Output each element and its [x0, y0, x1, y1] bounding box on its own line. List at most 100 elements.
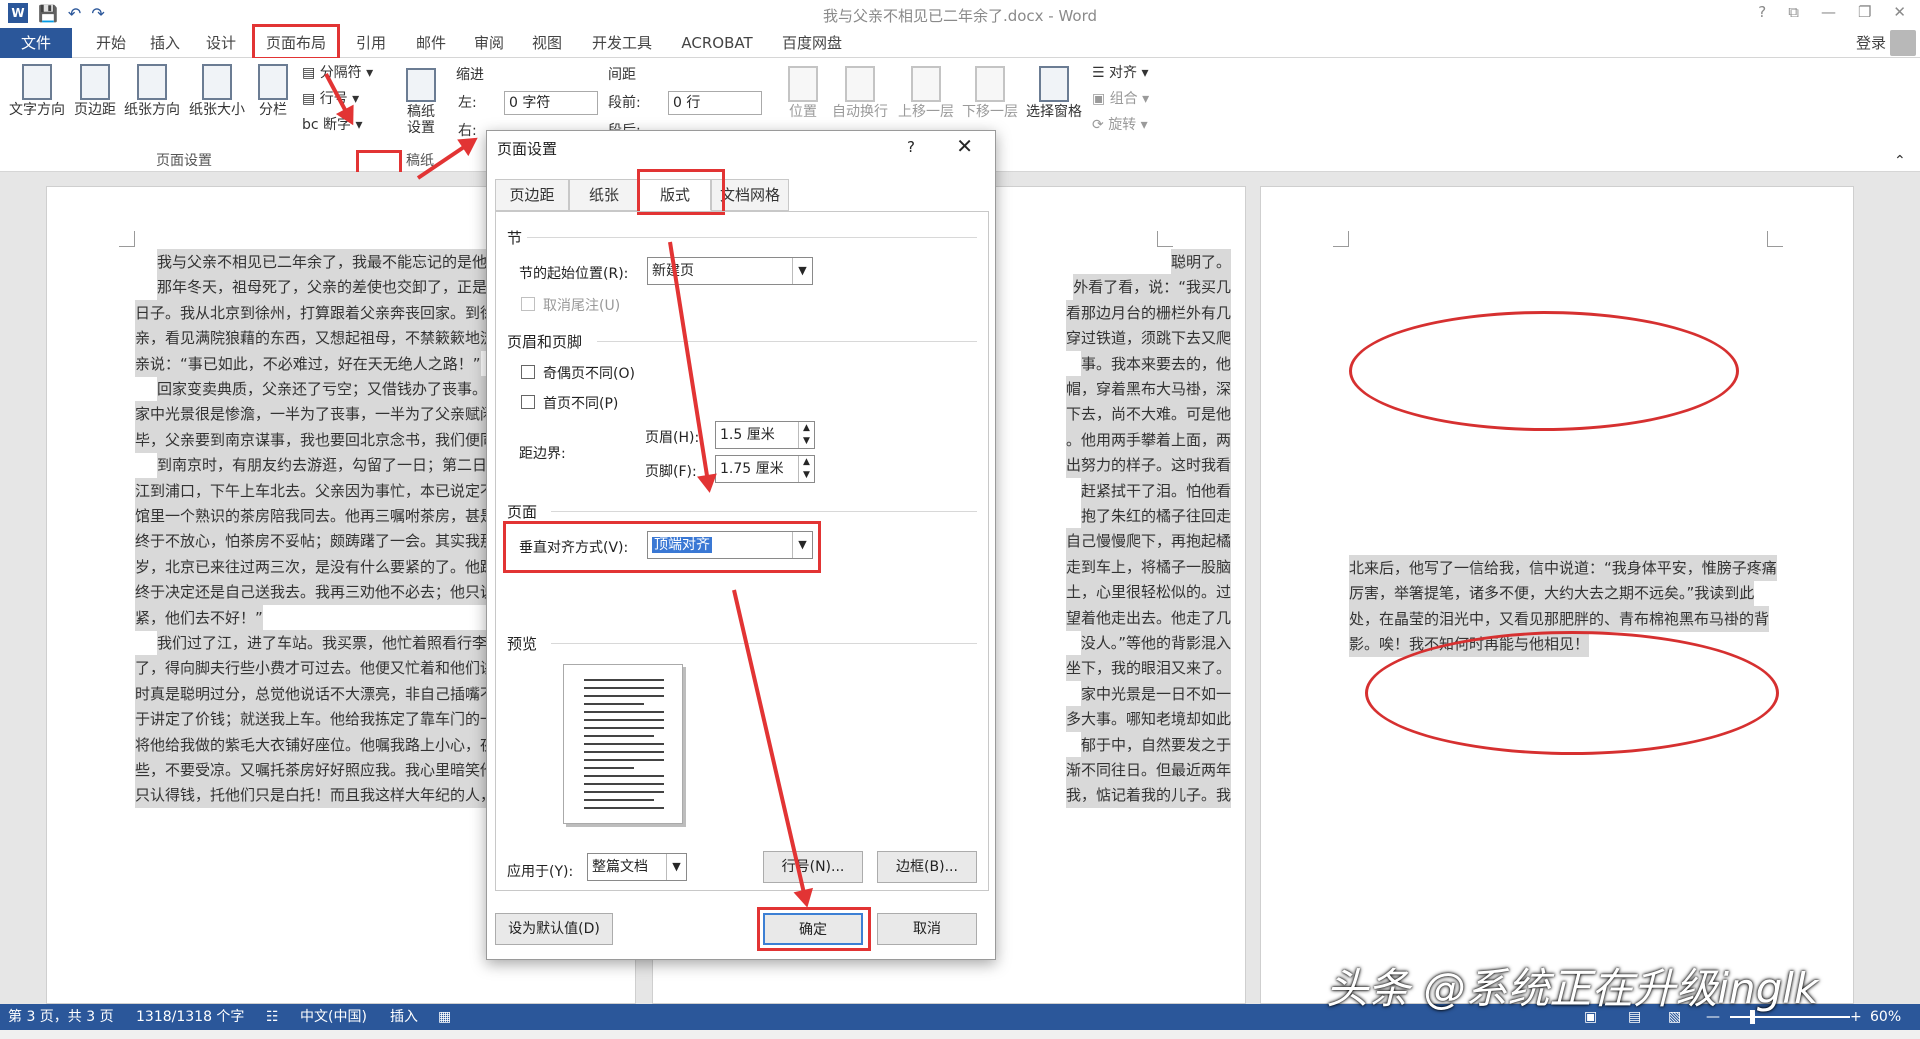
red-ellipse-annotation [1349, 311, 1739, 431]
restore-button[interactable]: ❐ [1858, 3, 1871, 21]
odd-even-checkbox[interactable] [521, 365, 535, 379]
bring-forward-button[interactable]: 上移一层 [894, 66, 958, 120]
text-direction-icon [22, 64, 52, 100]
text-line: 处，在晶莹的泪光中，又看见那肥胖的、青布棉袍黑布马褂的背 [1349, 605, 1770, 632]
first-page-checkbox[interactable] [521, 395, 535, 409]
apply-to-select[interactable]: 整篇文档 ▼ [587, 853, 687, 881]
tab-view[interactable]: 视图 [522, 28, 572, 58]
ribbon-display-button[interactable]: ⧉ [1788, 3, 1799, 21]
footer-distance-input[interactable]: 1.75 厘米 ▲ ▼ [715, 455, 815, 483]
text-line: 郁于中，自然要发之于 [1080, 731, 1231, 758]
indent-left-input[interactable]: 0 字符 [504, 91, 598, 115]
word-count[interactable]: 1318/1318 个字 [136, 1004, 244, 1030]
group-label-page-setup: 页面设置 [156, 153, 212, 169]
wrap-text-button[interactable]: 自动换行 [828, 66, 892, 120]
text-line: 我们过了江，进了车站。我买票，他忙着照看行李。行 [157, 630, 518, 656]
language-indicator[interactable]: 中文(中国) [300, 1004, 367, 1030]
text-line: 望着他走出去。他走了几 [1065, 604, 1231, 631]
text-line: 于讲定了价钱；就送我上车。他给我拣定了靠车门的一张 [135, 706, 511, 733]
text-line: 家中光景很是惨澹，一半为了丧事，一半为了父亲赋闲。 [135, 401, 511, 428]
red-ellipse-annotation [1365, 631, 1779, 755]
page-count[interactable]: 第 3 页，共 3 页 [8, 1004, 114, 1030]
zoom-level[interactable]: 60% [1870, 1004, 1901, 1030]
text-line: 事。我本来要去的，他 [1080, 350, 1231, 377]
tab-developer[interactable]: 开发工具 [584, 28, 660, 58]
orientation-icon [137, 64, 167, 100]
tab-margins[interactable]: 页边距 [495, 179, 569, 211]
header-distance-input[interactable]: 1.5 厘米 ▲ ▼ [715, 421, 815, 449]
login-link[interactable]: 登录 [1856, 28, 1886, 58]
tab-paper[interactable]: 纸张 [569, 179, 639, 211]
send-backward-button[interactable]: 下移一层 [958, 66, 1022, 120]
spin-arrows-icon[interactable]: ▲ ▼ [798, 422, 814, 448]
preview-heading: 预览 [507, 635, 538, 653]
avatar[interactable] [1890, 30, 1916, 56]
proofing-icon[interactable]: ☷ [266, 1004, 279, 1030]
text-line: 只认得钱，托他们只是白托！而且我这样大年纪的人，难 [135, 782, 511, 809]
dialog-close-button[interactable]: ✕ [956, 134, 973, 158]
divider [551, 643, 977, 644]
header-distance-label: 页眉(H): [645, 430, 700, 446]
zoom-slider[interactable] [1730, 1016, 1850, 1018]
tab-design[interactable]: 设计 [196, 28, 246, 58]
spin-arrows-icon[interactable]: ▲ ▼ [798, 456, 814, 482]
group-button[interactable]: ▣ 组合 ▾ [1092, 90, 1149, 108]
tab-review[interactable]: 审阅 [464, 28, 514, 58]
suppress-endnotes-label: 取消尾注(U) [543, 298, 621, 314]
text-line: 抱了朱红的橘子往回走 [1080, 503, 1231, 529]
text-line: 。他用两手攀着上面，两 [1065, 426, 1231, 453]
zoom-in-icon[interactable]: + [1850, 1004, 1862, 1030]
macro-icon[interactable]: ▦ [438, 1004, 451, 1030]
rotate-button[interactable]: ⟳ 旋转 ▾ [1092, 116, 1148, 134]
taskbar-strip [0, 1030, 1920, 1039]
text-line: 家中光景是一日不如一 [1080, 680, 1231, 707]
tab-file[interactable]: 文件 [0, 28, 72, 58]
send-backward-icon [975, 66, 1005, 102]
set-default-button[interactable]: 设为默认值(D) [495, 913, 613, 945]
position-button[interactable]: 位置 [780, 66, 826, 120]
suppress-endnotes-checkbox[interactable] [521, 297, 535, 311]
help-button[interactable]: ? [1758, 3, 1766, 21]
tab-home[interactable]: 开始 [86, 28, 136, 58]
margins-icon [80, 64, 110, 100]
close-window-button[interactable]: ✕ [1893, 3, 1906, 21]
crop-mark [119, 231, 135, 247]
tab-acrobat[interactable]: ACROBAT [672, 28, 762, 58]
breaks-button[interactable]: ▤ 分隔符 ▾ [302, 64, 373, 82]
collapse-ribbon-icon[interactable]: ⌃ [1894, 152, 1906, 170]
text-direction-button[interactable]: 文字方向 [4, 64, 70, 118]
window-title: 我与父亲不相见已二年余了.docx - Word [822, 7, 1098, 25]
borders-button[interactable]: 边框(B)... [877, 851, 977, 883]
text-line: 帽，穿着黑布大马褂，深 [1065, 376, 1231, 402]
cancel-button[interactable]: 取消 [877, 913, 977, 945]
tab-references[interactable]: 引用 [346, 28, 396, 58]
text-line: 到南京时，有朋友约去游逛，勾留了一日；第二日上午 [157, 452, 518, 479]
tab-page-layout[interactable]: 页面布局 [252, 24, 340, 60]
align-button[interactable]: ☰ 对齐 ▾ [1092, 64, 1149, 82]
divider [527, 237, 977, 238]
spacing-before-input[interactable]: 0 行 [668, 91, 762, 115]
insert-mode[interactable]: 插入 [390, 1004, 418, 1030]
page-heading: 页面 [507, 503, 538, 521]
tab-baidu[interactable]: 百度网盘 [772, 28, 852, 58]
size-button[interactable]: 纸张大小 [184, 64, 250, 118]
orientation-button[interactable]: 纸张方向 [120, 64, 184, 118]
text-line: 我与父亲不相见已二年余了，我最不能忘记的是他的背 [157, 249, 518, 275]
text-line: 看那边月台的栅栏外有几 [1065, 299, 1231, 326]
columns-button[interactable]: 分栏 [252, 64, 294, 118]
selection-pane-button[interactable]: 选择窗格 [1022, 66, 1086, 120]
tab-insert[interactable]: 插入 [140, 28, 190, 58]
footer-distance-label: 页脚(F): [645, 464, 697, 480]
vertical-align-highlight-box [503, 521, 821, 573]
draft-settings-button[interactable]: 稿纸 设置 [398, 68, 444, 136]
minimize-button[interactable]: — [1821, 3, 1836, 21]
bring-forward-icon [911, 66, 941, 102]
text-line: 多大事。哪知老境却如此 [1065, 706, 1231, 733]
text-line: 终于不放心，怕茶房不妥帖；颇踌躇了一会。其实我那年 [135, 528, 511, 555]
dialog-help-button[interactable]: ? [907, 138, 915, 156]
margins-button[interactable]: 页边距 [70, 64, 120, 118]
page-3: 北来后，他写了一信给我，信中说道：“我身体平安，惟膀子疼痛 厉害，举箸提笔，诸多不… [1260, 186, 1854, 1004]
tab-mailings[interactable]: 邮件 [406, 28, 456, 58]
text-line: 渐不同往日。但最近两年 [1065, 757, 1231, 783]
line-numbers-button[interactable]: 行号(N)... [763, 851, 863, 883]
